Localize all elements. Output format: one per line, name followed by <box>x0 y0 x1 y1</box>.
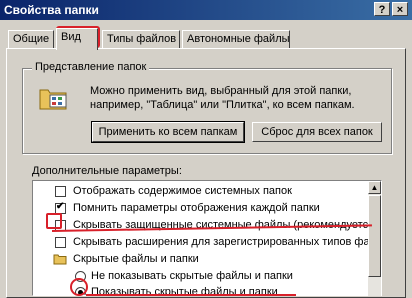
highlight-box-checkbox <box>46 213 62 229</box>
hide-extensions-label: Скрывать расширения для зарегистрированн… <box>73 236 382 248</box>
folder-view-legend: Представление папок <box>32 61 150 73</box>
tab-view[interactable]: Вид <box>56 28 98 50</box>
tab-file-types-label: Типы файлов <box>107 33 177 45</box>
folder-icon <box>53 253 67 268</box>
tab-general-label: Общие <box>13 33 50 45</box>
folder-view-description-2: например, "Таблица" или "Плитка", ко все… <box>90 99 355 111</box>
folder-view-description-1: Можно применить вид, выбранный для этой … <box>90 85 352 97</box>
scroll-thumb[interactable] <box>368 195 381 277</box>
hidden-files-group-label: Скрытые файлы и папки <box>73 253 199 265</box>
reset-all-folders-button[interactable]: Сброс для всех папок <box>252 122 382 142</box>
help-button[interactable]: ? <box>374 2 390 16</box>
apply-to-all-folders-button[interactable]: Применить ко всем папкам <box>91 121 245 143</box>
close-button[interactable]: × <box>392 2 408 16</box>
tab-file-types[interactable]: Типы файлов <box>102 30 180 48</box>
dont-show-hidden-label: Не показывать скрытые файлы и папки <box>91 270 293 282</box>
tab-view-label: Вид <box>61 31 81 43</box>
folder-view-icon <box>38 84 70 112</box>
window-title: Свойства папки <box>4 3 99 17</box>
show-system-folders-label: Отображать содержимое системных папок <box>73 185 292 197</box>
scroll-up-icon[interactable]: ▲ <box>368 181 381 194</box>
advanced-settings-list[interactable]: Отображать содержимое системных папок По… <box>32 180 382 296</box>
hide-extensions-checkbox[interactable] <box>55 237 66 248</box>
tab-offline-files-label: Автономные файлы <box>187 33 290 45</box>
remember-view-settings-label: Помнить параметры отображения каждой пап… <box>73 202 320 214</box>
advanced-settings-label: Дополнительные параметры: <box>32 165 182 177</box>
title-bar: Свойства папки ? × <box>0 0 412 20</box>
show-system-folders-checkbox[interactable] <box>55 186 66 197</box>
tab-general[interactable]: Общие <box>8 30 54 48</box>
tab-offline-files[interactable]: Автономные файлы <box>182 30 290 48</box>
list-scrollbar[interactable]: ▲ <box>368 181 381 296</box>
